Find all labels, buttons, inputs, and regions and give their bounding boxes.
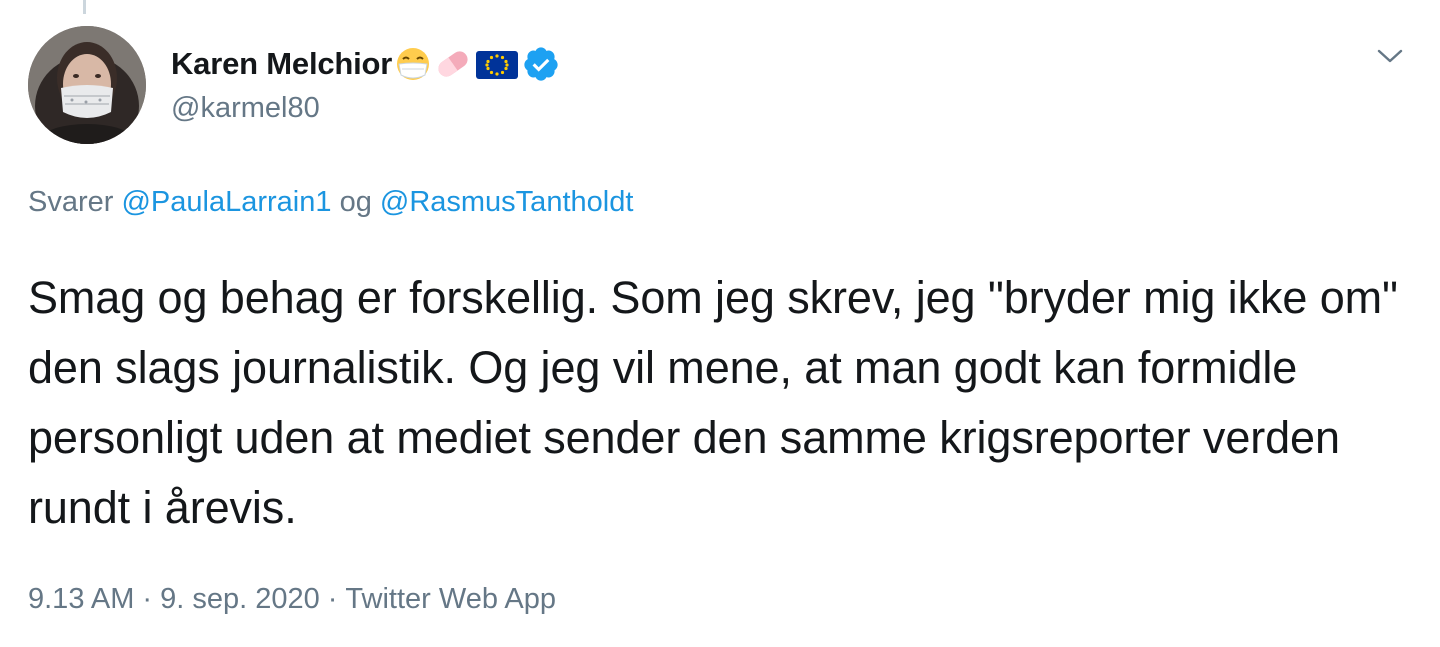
tweet-card: Karen Melchior @karmel80 Svarer @PaulaLa…: [0, 0, 1440, 647]
meta-separator: ·: [327, 583, 338, 615]
pill-emoji-icon: [434, 45, 472, 83]
reply-joiner: og: [339, 186, 372, 218]
thread-connector-line: [83, 0, 86, 14]
eu-flag-emoji-icon: [474, 45, 520, 83]
tweet-date-link[interactable]: 9. sep. 2020: [160, 583, 320, 615]
author-handle[interactable]: @karmel80: [171, 92, 560, 125]
tweet-metadata: 9.13 AM · 9. sep. 2020 · Twitter Web App: [28, 583, 556, 616]
tweet-source-link[interactable]: Twitter Web App: [345, 583, 556, 615]
mask-face-emoji-icon: [394, 45, 432, 83]
chevron-down-icon: [1376, 47, 1404, 70]
reply-prefix: Svarer: [28, 186, 114, 218]
author-identity: Karen Melchior @karmel80: [171, 42, 560, 125]
meta-separator: ·: [142, 583, 153, 615]
mention-link-rasmustantholdt[interactable]: @RasmusTantholdt: [380, 186, 634, 218]
verified-icon: [522, 45, 560, 83]
reply-context: Svarer @PaulaLarrain1 og @RasmusTanthold…: [28, 186, 633, 219]
name-row: Karen Melchior: [171, 42, 560, 86]
avatar[interactable]: [28, 26, 146, 144]
tweet-text: Smag og behag er forskellig. Som jeg skr…: [28, 272, 1398, 533]
tweet-menu-button[interactable]: [1372, 40, 1408, 76]
mention-link-paulalarrain1[interactable]: @PaulaLarrain1: [121, 186, 331, 218]
display-name[interactable]: Karen Melchior: [171, 46, 392, 82]
tweet-header: Karen Melchior @karmel80: [28, 26, 560, 144]
tweet-time-link[interactable]: 9.13 AM: [28, 583, 134, 615]
